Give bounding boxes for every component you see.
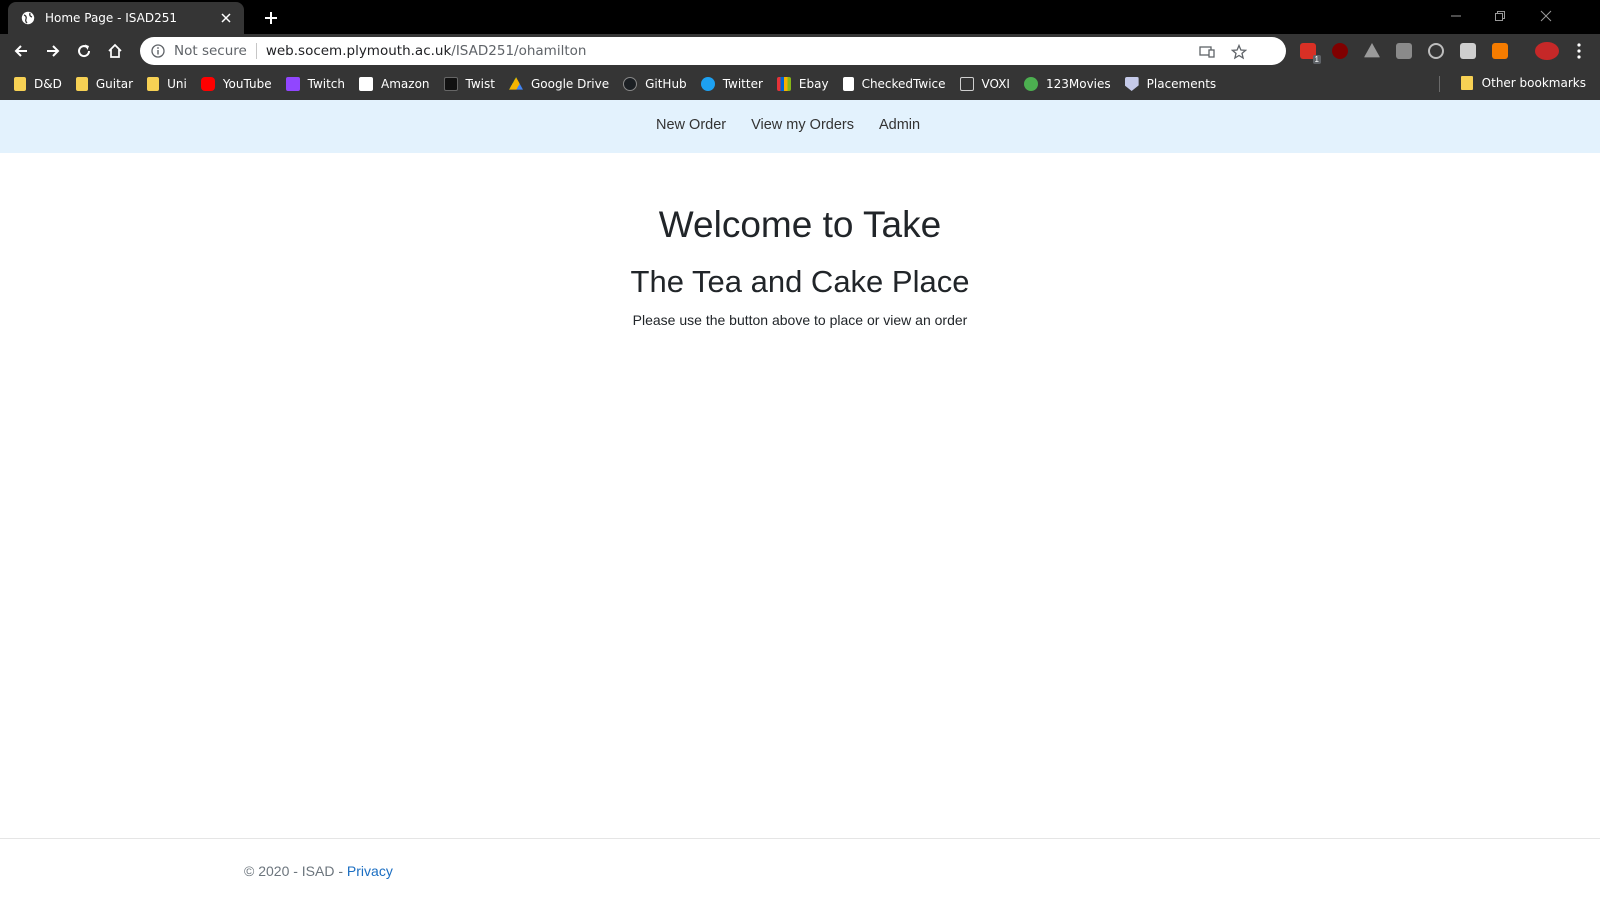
bookmark-label: D&D: [34, 77, 62, 91]
new-tab-button[interactable]: [260, 7, 282, 29]
ublock-icon[interactable]: [1332, 43, 1348, 59]
bookmark-ebay[interactable]: Ebay: [776, 77, 829, 91]
bookmark-amazon[interactable]: Amazon: [359, 77, 430, 91]
folder-icon: [1460, 76, 1473, 90]
github-icon: [623, 77, 638, 91]
bookmark-uni[interactable]: Uni: [147, 77, 187, 91]
bookmark-label: Twitch: [307, 77, 346, 91]
folder-icon: [14, 77, 26, 91]
twitter-icon: [700, 77, 715, 91]
folder-icon: [75, 77, 88, 91]
bookmark-youtube[interactable]: YouTube: [200, 77, 272, 91]
bookmark-checkedtwice[interactable]: CheckedTwice: [842, 77, 946, 91]
extension-printer-icon[interactable]: [1460, 43, 1476, 59]
bookmark-123movies[interactable]: 123Movies: [1023, 77, 1111, 91]
minimize-icon[interactable]: [1434, 4, 1478, 28]
checkedtwice-icon: [842, 77, 854, 91]
bookmark-twist[interactable]: Twist: [443, 77, 495, 91]
cast-icon[interactable]: [1198, 43, 1216, 61]
nav-view-my-orders[interactable]: View my Orders: [751, 117, 854, 133]
bookmark-label: Placements: [1146, 77, 1217, 91]
google-drive-icon: [508, 77, 523, 90]
bookmarks-bar: D&D Guitar Uni YouTube Twitch Amazon Twist Goog…: [0, 68, 1600, 100]
bookmark-label: Uni: [167, 77, 187, 91]
bookmark-label: 123Movies: [1045, 77, 1111, 91]
close-tab-icon[interactable]: [218, 10, 234, 26]
tab-title: Home Page - ISAD251: [45, 11, 177, 25]
browser-tab[interactable]: Home Page - ISAD251: [8, 2, 244, 34]
bookmark-label: Twitter: [722, 77, 763, 91]
address-bar[interactable]: Not secure web.socem.plymouth.ac.uk/ISAD…: [140, 37, 1286, 65]
shield-icon: [1124, 77, 1139, 91]
instruction-text: Please use the button above to place or …: [632, 312, 968, 328]
menu-kebab-icon[interactable]: [1566, 38, 1592, 64]
profile-avatar[interactable]: [1535, 42, 1559, 60]
close-window-icon[interactable]: [1524, 4, 1568, 28]
bookmark-label: Twist: [465, 77, 495, 91]
extension-r-icon[interactable]: [1396, 43, 1412, 59]
other-bookmarks[interactable]: Other bookmarks: [1460, 76, 1586, 90]
bookmark-google-drive[interactable]: Google Drive: [508, 77, 610, 91]
home-icon[interactable]: [102, 38, 128, 64]
youtube-icon: [200, 77, 215, 91]
bookmarks-separator: [1439, 76, 1440, 92]
bookmark-label: Amazon: [381, 77, 430, 91]
back-icon[interactable]: [8, 38, 34, 64]
bookmark-d-d[interactable]: D&D: [14, 77, 62, 91]
extension-circle-icon[interactable]: [1428, 43, 1444, 59]
globe-icon: [20, 10, 36, 26]
bookmark-star-icon[interactable]: [1230, 43, 1248, 61]
other-bookmarks-label: Other bookmarks: [1481, 76, 1586, 90]
voxi-icon: [959, 77, 974, 91]
nav-admin[interactable]: Admin: [879, 117, 920, 133]
page-title: Welcome to Take: [658, 204, 942, 245]
bookmark-label: Guitar: [95, 77, 134, 91]
not-secure-label: Not secure: [174, 43, 257, 59]
forward-icon[interactable]: [40, 38, 66, 64]
amazon-icon: [359, 77, 374, 91]
drive-extension-icon[interactable]: [1364, 43, 1380, 58]
tab-strip: Home Page - ISAD251: [0, 0, 1600, 34]
bookmark-label: VOXI: [981, 77, 1010, 91]
bookmark-label: YouTube: [222, 77, 272, 91]
reload-icon[interactable]: [71, 38, 97, 64]
play-icon: [1023, 77, 1038, 91]
browser-toolbar: Not secure web.socem.plymouth.ac.uk/ISAD…: [0, 34, 1600, 68]
bookmark-label: Google Drive: [530, 77, 610, 91]
info-icon[interactable]: [150, 43, 166, 59]
extension-calendar-icon[interactable]: 1: [1300, 43, 1321, 64]
page-subtitle: The Tea and Cake Place: [630, 264, 970, 299]
copyright-text: © 2020 - ISAD -: [244, 863, 347, 879]
extension-orange-icon[interactable]: [1492, 43, 1508, 59]
site-navbar: New Order View my Orders Admin: [0, 100, 1600, 153]
twist-icon: [443, 77, 458, 91]
bookmark-github[interactable]: GitHub: [623, 77, 687, 91]
bookmark-twitch[interactable]: Twitch: [285, 77, 346, 91]
url-host: web.socem.plymouth.ac.uk: [265, 43, 452, 59]
url-path: /ISAD251/ohamilton: [451, 43, 587, 59]
bookmark-guitar[interactable]: Guitar: [75, 77, 134, 91]
bookmark-label: Ebay: [798, 77, 829, 91]
restore-icon[interactable]: [1478, 4, 1522, 28]
extension-badge: 1: [1312, 55, 1321, 64]
folder-icon: [147, 77, 160, 91]
bookmark-voxi[interactable]: VOXI: [959, 77, 1010, 91]
twitch-icon: [285, 77, 300, 91]
bookmark-twitter[interactable]: Twitter: [700, 77, 763, 91]
bookmark-label: GitHub: [645, 77, 687, 91]
bookmark-placements[interactable]: Placements: [1124, 77, 1217, 91]
privacy-link[interactable]: Privacy: [347, 863, 393, 879]
page-footer: © 2020 - ISAD - Privacy: [0, 838, 1600, 900]
ebay-icon: [776, 77, 791, 91]
nav-new-order[interactable]: New Order: [656, 117, 726, 133]
bookmark-label: CheckedTwice: [861, 77, 946, 91]
